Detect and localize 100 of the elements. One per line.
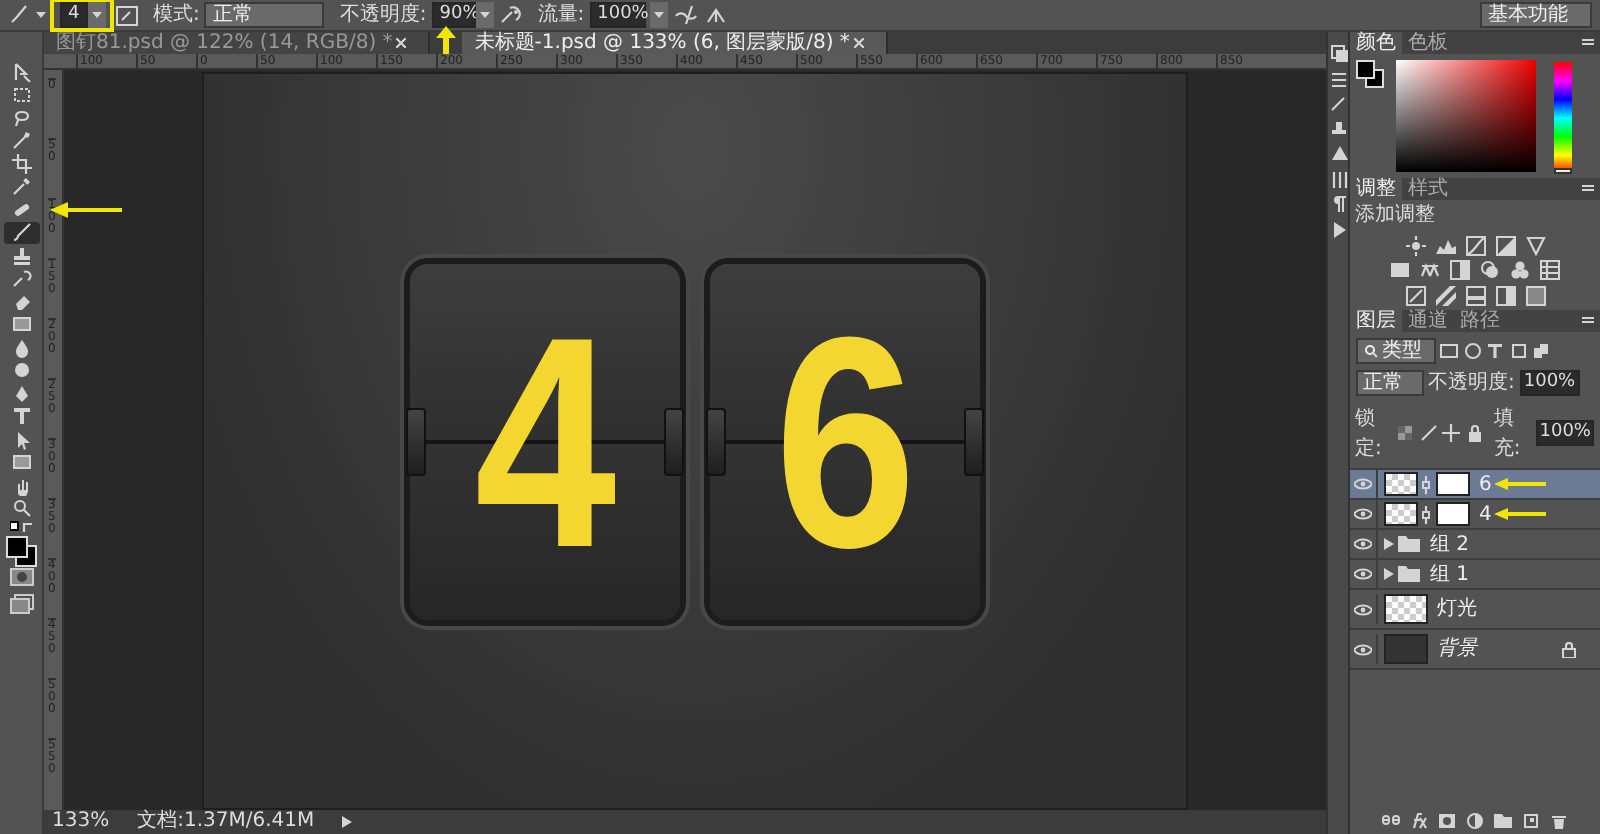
stamp-icon[interactable]: [11, 245, 31, 266]
quick-mask-icon[interactable]: [9, 568, 33, 586]
pilcrow-icon[interactable]: [1329, 194, 1347, 214]
caret-icon[interactable]: [35, 10, 45, 20]
brush-icon[interactable]: [11, 222, 31, 243]
stripes-icon[interactable]: [1435, 285, 1455, 305]
panel-menu-icon[interactable]: [1582, 316, 1594, 326]
stripes-icon[interactable]: [1465, 285, 1485, 305]
wand-icon[interactable]: [11, 130, 31, 151]
chain-icon[interactable]: [1422, 505, 1430, 523]
rectangle-icon[interactable]: [11, 452, 31, 473]
close-icon[interactable]: [853, 38, 864, 48]
pen-icon[interactable]: [11, 383, 31, 404]
sliders-icon[interactable]: [1329, 169, 1347, 189]
brush-size-field[interactable]: 4: [60, 2, 88, 28]
brush-panel-icon[interactable]: [116, 5, 138, 25]
panel-tab[interactable]: 调整: [1350, 178, 1402, 200]
color-picker-field[interactable]: [1396, 59, 1536, 171]
layer-row[interactable]: 背景: [1350, 630, 1600, 670]
color-swatches-icon[interactable]: [1355, 59, 1383, 87]
image-icon[interactable]: [1440, 341, 1458, 359]
close-icon[interactable]: [396, 38, 407, 48]
histogram-icon[interactable]: [1435, 235, 1455, 255]
move-icon[interactable]: [1442, 424, 1461, 442]
link-icon[interactable]: [1382, 811, 1400, 829]
airbrush-icon[interactable]: [498, 4, 523, 26]
swap-colors-icon[interactable]: [9, 520, 33, 536]
layer-row[interactable]: 组 1: [1350, 560, 1600, 590]
move-icon[interactable]: [11, 61, 31, 82]
fill-field[interactable]: 100%: [1535, 420, 1595, 446]
panel-tab[interactable]: 通道: [1402, 310, 1454, 332]
circle-icon[interactable]: [11, 360, 31, 381]
sun-icon[interactable]: [1405, 235, 1425, 255]
triangle-icon[interactable]: [1525, 235, 1545, 255]
gradient-icon[interactable]: [11, 314, 31, 335]
panel-tab[interactable]: 颜色: [1350, 32, 1402, 54]
tablet-icon[interactable]: [704, 4, 729, 26]
layer-row[interactable]: 4: [1350, 500, 1600, 530]
eye-icon[interactable]: [1354, 643, 1372, 655]
zoom-icon[interactable]: [11, 498, 31, 519]
mode-select[interactable]: 正常: [204, 2, 325, 28]
play-icon[interactable]: [342, 816, 353, 828]
brush-icon[interactable]: [1419, 424, 1438, 442]
lock-icon[interactable]: [1465, 424, 1484, 442]
blend-mode-select[interactable]: 正常: [1355, 370, 1423, 396]
eraser-icon[interactable]: [11, 291, 31, 312]
checker-icon[interactable]: [1396, 424, 1415, 442]
square-icon[interactable]: [1390, 260, 1410, 280]
panel-tab[interactable]: 色板: [1402, 32, 1454, 54]
brush-icon[interactable]: [8, 4, 30, 26]
expand-triangle-icon[interactable]: [1383, 568, 1393, 580]
crop-icon[interactable]: [11, 153, 31, 174]
layer-row[interactable]: 组 2: [1350, 530, 1600, 560]
dropdown-icon[interactable]: [650, 2, 669, 28]
panel-tab[interactable]: 图层: [1350, 310, 1402, 332]
eyedropper-icon[interactable]: [11, 176, 31, 197]
folder-icon[interactable]: [1494, 811, 1512, 829]
opacity-field[interactable]: 100%: [1519, 370, 1580, 396]
expand-triangle-icon[interactable]: [1383, 538, 1393, 550]
half-circle-icon[interactable]: [1466, 811, 1484, 829]
flow-field[interactable]: 100%: [589, 2, 646, 28]
circle-icon[interactable]: [1463, 341, 1481, 359]
exposure-icon[interactable]: [1495, 235, 1515, 255]
square-icon[interactable]: [1509, 341, 1527, 359]
stack-icon[interactable]: [1532, 341, 1550, 359]
circles-icon[interactable]: [1510, 260, 1530, 280]
drop-icon[interactable]: [11, 337, 31, 358]
triangle-icon[interactable]: [1329, 144, 1347, 164]
panel-tab[interactable]: 路径: [1454, 310, 1506, 332]
circles-icon[interactable]: [1480, 260, 1500, 280]
document-tab[interactable]: 图钉81.psd @ 122% (14, RGB/8) *: [44, 32, 431, 54]
slider-thumb[interactable]: [1553, 167, 1571, 173]
eye-icon[interactable]: [1354, 478, 1372, 490]
chain-icon[interactable]: [1422, 475, 1430, 493]
panel-menu-icon[interactable]: [1582, 184, 1594, 194]
screen-mode-icon[interactable]: [9, 594, 33, 614]
pressure-icon[interactable]: [673, 4, 700, 26]
workspace-select[interactable]: 基本功能: [1480, 2, 1592, 28]
stamp-icon[interactable]: [1329, 119, 1347, 139]
eye-icon[interactable]: [1354, 603, 1372, 615]
brush-icon[interactable]: [11, 268, 31, 289]
eye-icon[interactable]: [1354, 568, 1372, 580]
filter-select[interactable]: 类型: [1355, 337, 1435, 363]
eye-icon[interactable]: [1354, 508, 1372, 520]
eye-icon[interactable]: [1354, 538, 1372, 550]
brush-icon[interactable]: [1329, 94, 1347, 114]
new-layer-icon[interactable]: [1522, 811, 1540, 829]
trash-icon[interactable]: [1550, 811, 1568, 829]
square-icon[interactable]: [1405, 285, 1425, 305]
hue-slider[interactable]: [1553, 61, 1571, 173]
layer-row[interactable]: 灯光: [1350, 590, 1600, 630]
dropdown-icon[interactable]: [475, 2, 494, 28]
square-icon[interactable]: [1450, 260, 1470, 280]
mask-icon[interactable]: [1438, 811, 1456, 829]
document-tab[interactable]: 未标题-1.psd @ 133% (6, 图层蒙版/8) *: [462, 32, 888, 54]
marquee-icon[interactable]: [11, 84, 31, 105]
curves-icon[interactable]: [1465, 235, 1485, 255]
panel-menu-icon[interactable]: [1582, 38, 1594, 48]
layer-row[interactable]: 6: [1350, 470, 1600, 500]
type-icon[interactable]: [1486, 341, 1504, 359]
